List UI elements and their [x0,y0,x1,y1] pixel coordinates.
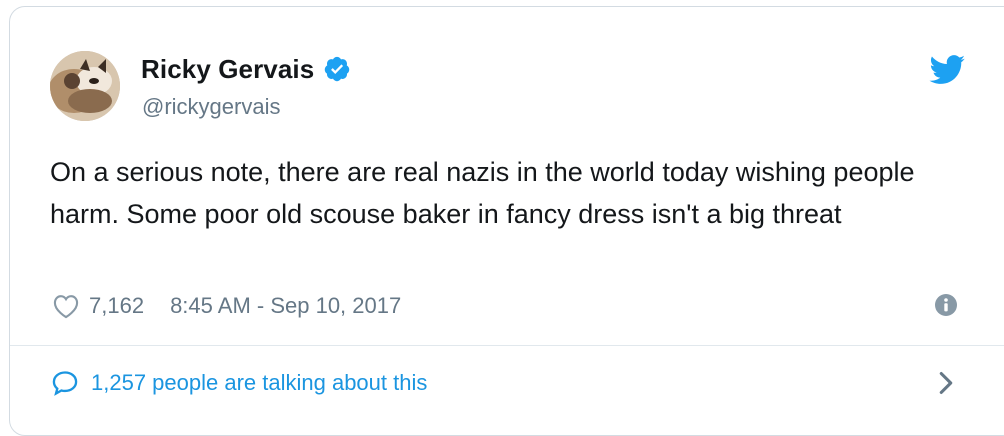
verified-badge-icon [325,56,350,82]
author-handle[interactable]: @rickygervais [142,94,280,120]
tweet-text: On a serious note, there are real nazis … [50,157,915,229]
avatar[interactable] [50,51,120,121]
heart-icon[interactable] [52,293,80,319]
twitter-bird-icon[interactable] [929,55,966,85]
like-count[interactable]: 7,162 [89,293,144,319]
tweet-meta-row: 7,162 8:45 AM - Sep 10, 2017 [52,289,401,323]
avatar-photo [50,51,120,121]
speech-bubble-icon [52,371,78,396]
author-display-name[interactable]: Ricky Gervais [141,54,314,85]
conversation-link[interactable]: 1,257 people are talking about this [51,366,427,400]
tweet-timestamp[interactable]: 8:45 AM - Sep 10, 2017 [170,293,401,319]
chevron-right-icon[interactable] [936,370,956,396]
conversation-label[interactable]: 1,257 people are talking about this [91,370,427,396]
divider [10,345,1004,346]
author-name-row[interactable]: Ricky Gervais [141,52,351,86]
info-icon[interactable] [934,293,958,317]
tweet-embed-card[interactable]: Ricky Gervais @rickygervais On a serious… [9,6,1004,436]
